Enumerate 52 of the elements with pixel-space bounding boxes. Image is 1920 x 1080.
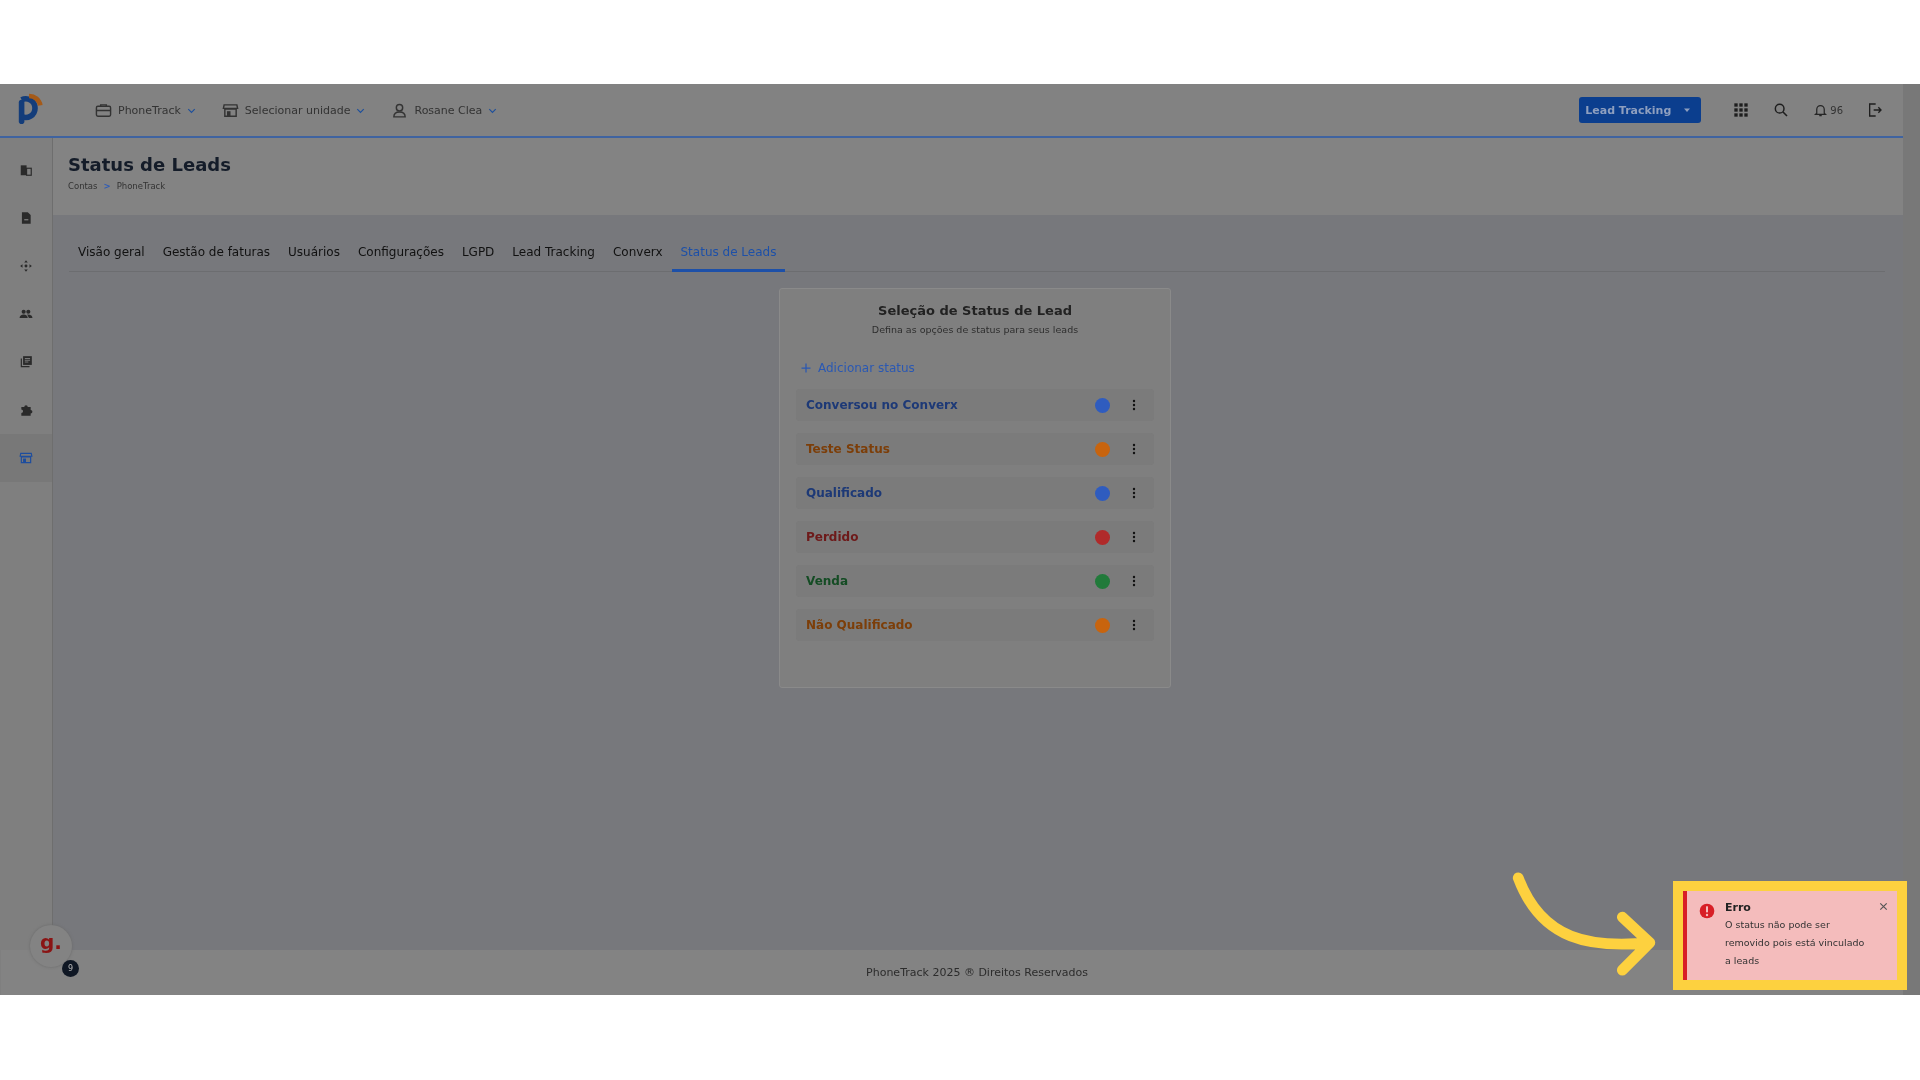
status-row[interactable]: Não Qualificado	[796, 609, 1154, 641]
card-subtitle: Defina as opções de status para seus leads	[870, 324, 1080, 335]
status-label: Venda	[806, 574, 849, 588]
status-row[interactable]: Perdido	[796, 521, 1154, 553]
tab[interactable]: Configurações	[348, 239, 453, 272]
header-menu[interactable]: Selecionar unidade	[220, 101, 367, 119]
bell-icon	[1813, 102, 1829, 118]
status-row[interactable]: Teste Status	[796, 433, 1154, 465]
tab[interactable]: LGPD	[452, 239, 504, 272]
logout-icon[interactable]	[1867, 102, 1883, 118]
puzzle-icon	[19, 403, 33, 417]
store-icon	[220, 101, 240, 119]
move-icon	[19, 259, 33, 273]
product-dropdown[interactable]: Lead Tracking	[1579, 97, 1702, 123]
tab[interactable]: Lead Tracking	[503, 239, 604, 272]
plus-icon	[800, 362, 812, 374]
notifications-button[interactable]: 96	[1813, 102, 1843, 118]
building-icon	[19, 163, 33, 177]
tab[interactable]: Gestão de faturas	[153, 239, 280, 272]
status-label: Perdido	[806, 530, 860, 544]
apps-grid-icon[interactable]	[1733, 102, 1750, 118]
library-icon	[19, 355, 33, 369]
status-label: Não Qualificado	[806, 618, 914, 632]
status-label: Qualificado	[806, 486, 883, 500]
status-row[interactable]: Qualificado	[796, 477, 1154, 509]
search-icon[interactable]	[1773, 102, 1790, 118]
page-title: Status de Leads	[68, 154, 232, 175]
close-icon[interactable]	[1878, 901, 1889, 912]
header-menu[interactable]: PhoneTrack	[94, 101, 197, 119]
footer-text: PhoneTrack 2025 ® Direitos Reservados	[866, 966, 1088, 979]
status-row[interactable]: Venda	[796, 565, 1154, 597]
error-icon	[1699, 903, 1715, 919]
status-label: Conversou no Converx	[806, 398, 959, 412]
people-icon	[19, 307, 33, 321]
status-label: Teste Status	[806, 442, 891, 456]
toast-message: O status não pode ser removido pois está vinculado a leads	[1725, 918, 1866, 968]
scrollbar[interactable]	[1903, 84, 1920, 995]
tab[interactable]: Converx	[603, 239, 672, 272]
briefcase-icon	[94, 101, 113, 119]
header-menu[interactable]: Rosane Clea	[390, 101, 499, 119]
card-title: Seleção de Status de Lead	[877, 303, 1073, 318]
tab[interactable]: Visão geral	[69, 239, 154, 272]
status-row[interactable]: Conversou no Converx	[796, 389, 1154, 421]
breadcrumb-link[interactable]: PhoneTrack	[116, 181, 166, 191]
tab[interactable]: Usuários	[279, 239, 349, 272]
toast-title: Erro	[1725, 901, 1752, 914]
breadcrumb-link[interactable]: Contas	[68, 181, 98, 191]
store-icon	[19, 451, 33, 465]
breadcrumb-separator: >	[103, 181, 111, 191]
tab[interactable]: Status de Leads	[671, 239, 786, 272]
document-icon	[19, 211, 33, 225]
logo[interactable]	[16, 93, 44, 127]
